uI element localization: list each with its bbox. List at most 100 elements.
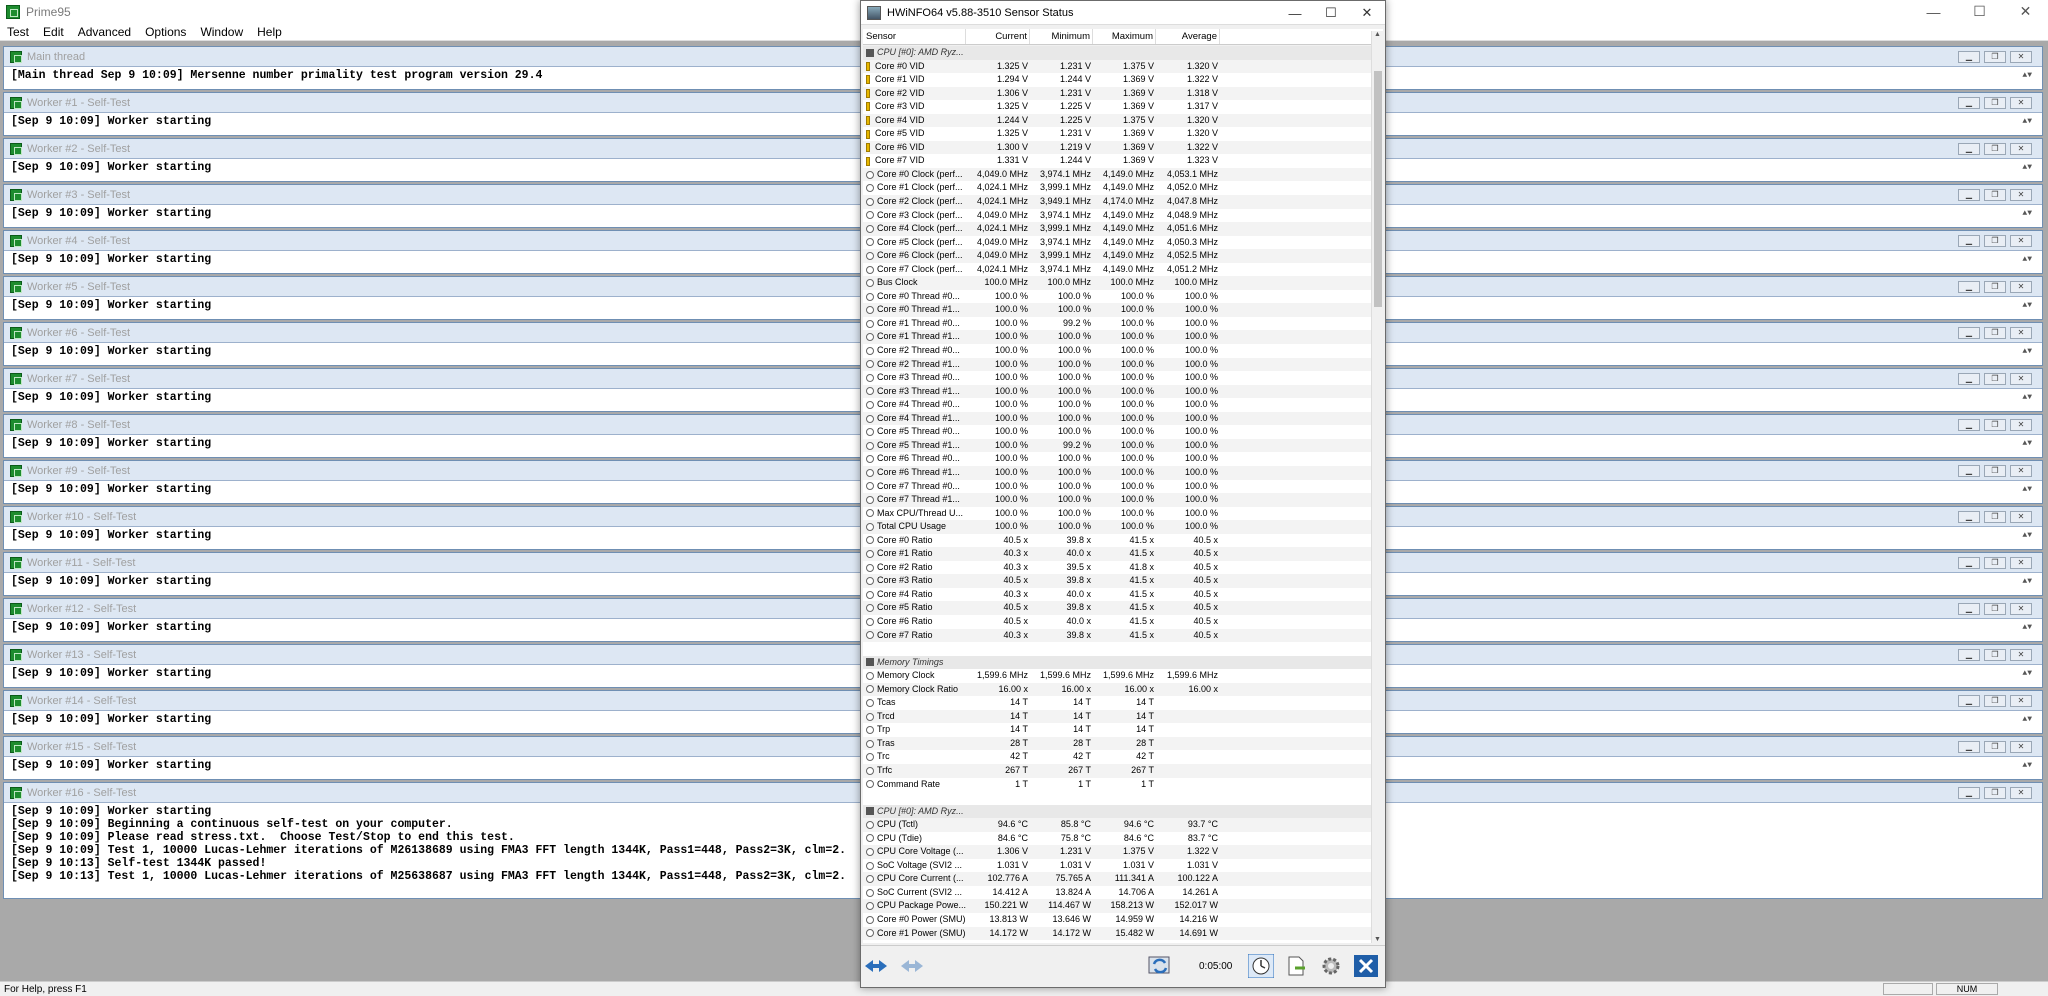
child-close-icon[interactable]: ✕ xyxy=(2010,649,2032,661)
sensor-row[interactable]: CPU (Tctl) 94.6 °C 85.8 °C 94.6 °C 93.7 °C xyxy=(863,818,1371,832)
child-restore-icon[interactable]: ❐ xyxy=(1984,557,2006,569)
sensor-row[interactable]: Core #5 Ratio 40.5 x 39.8 x 41.5 x 40.5 x xyxy=(863,601,1371,615)
child-close-icon[interactable]: ✕ xyxy=(2010,97,2032,109)
minimize-icon[interactable]: — xyxy=(1911,0,1956,23)
child-minimize-icon[interactable]: ▁ xyxy=(1958,235,1980,247)
child-minimize-icon[interactable]: ▁ xyxy=(1958,695,1980,707)
sensor-row[interactable]: Core #1 VID 1.294 V 1.244 V 1.369 V 1.322 V xyxy=(863,73,1371,87)
child-restore-icon[interactable]: ❐ xyxy=(1984,787,2006,799)
sensor-row[interactable]: Core #0 Thread #0... 100.0 % 100.0 % 100.0 … xyxy=(863,290,1371,304)
sensor-row[interactable]: Core #4 Thread #1... 100.0 % 100.0 % 100.0 … xyxy=(863,411,1371,426)
menu-edit[interactable]: Edit xyxy=(36,25,71,39)
col-current[interactable]: Current xyxy=(966,29,1030,44)
nav-prev-next-button[interactable] xyxy=(861,952,891,980)
sensor-row[interactable]: Core #7 Ratio 40.3 x 39.8 x 41.5 x 40.5 x xyxy=(863,628,1371,643)
menu-window[interactable]: Window xyxy=(193,25,250,39)
maximize-icon[interactable]: ☐ xyxy=(1957,0,2002,23)
sensor-row[interactable]: Memory Clock Ratio 16.00 x 16.00 x 16.00 x 1… xyxy=(863,682,1371,697)
sensor-row[interactable]: CPU Core Current (... 102.776 A 75.765 A 11… xyxy=(863,872,1371,886)
scroll-arrows-icon[interactable]: ▲▼ xyxy=(2022,713,2032,726)
sensor-group-row[interactable]: CPU [#0]: AMD Ryz... xyxy=(863,804,1371,819)
sensor-row[interactable]: Core #2 Clock (perf... 4,024.1 MHz 3,949.1… xyxy=(863,195,1371,209)
child-minimize-icon[interactable]: ▁ xyxy=(1958,281,1980,293)
sensor-row[interactable]: Core #5 Thread #1... 100.0 % 99.2 % 100.0 %… xyxy=(863,438,1371,453)
sensor-row[interactable]: Memory Clock 1,599.6 MHz 1,599.6 MHz 1,599.… xyxy=(863,669,1371,683)
child-minimize-icon[interactable]: ▁ xyxy=(1958,603,1980,615)
scroll-arrows-icon[interactable]: ▲▼ xyxy=(2022,667,2032,680)
child-close-icon[interactable]: ✕ xyxy=(2010,741,2032,753)
child-restore-icon[interactable]: ❐ xyxy=(1984,603,2006,615)
sensor-row[interactable]: SoC Voltage (SVI2 ... 1.031 V 1.031 V 1.031… xyxy=(863,859,1371,873)
hwinfo-maximize-icon[interactable]: ☐ xyxy=(1313,1,1349,25)
sensor-row[interactable]: Core #6 Ratio 40.5 x 40.0 x 41.5 x 40.5 x xyxy=(863,615,1371,629)
sensor-row[interactable]: Trc 42 T 42 T 42 T xyxy=(863,750,1371,764)
child-close-icon[interactable]: ✕ xyxy=(2010,373,2032,385)
scroll-arrows-icon[interactable]: ▲▼ xyxy=(2022,575,2032,588)
sensor-row[interactable]: Max CPU/Thread U... 100.0 % 100.0 % 100.0 %… xyxy=(863,507,1371,521)
sensor-row[interactable]: Core #3 Thread #0... 100.0 % 100.0 % 100.0 … xyxy=(863,371,1371,385)
child-minimize-icon[interactable]: ▁ xyxy=(1958,97,1980,109)
child-minimize-icon[interactable]: ▁ xyxy=(1958,557,1980,569)
child-restore-icon[interactable]: ❐ xyxy=(1984,235,2006,247)
scroll-arrows-icon[interactable]: ▲▼ xyxy=(2022,253,2032,266)
child-close-icon[interactable]: ✕ xyxy=(2010,143,2032,155)
sensor-row[interactable]: Core #7 Thread #0... 100.0 % 100.0 % 100.0 … xyxy=(863,480,1371,494)
child-restore-icon[interactable]: ❐ xyxy=(1984,649,2006,661)
col-sensor[interactable]: Sensor xyxy=(863,29,966,44)
child-restore-icon[interactable]: ❐ xyxy=(1984,281,2006,293)
sensor-row[interactable]: Core #5 Thread #0... 100.0 % 100.0 % 100.0 … xyxy=(863,425,1371,439)
sensor-group-row[interactable]: Memory Timings xyxy=(863,655,1371,670)
menu-help[interactable]: Help xyxy=(250,25,289,39)
settings-button[interactable] xyxy=(1316,952,1346,980)
sensor-row[interactable]: Tcas 14 T 14 T 14 T xyxy=(863,696,1371,710)
child-restore-icon[interactable]: ❐ xyxy=(1984,51,2006,63)
close-icon[interactable]: ✕ xyxy=(2003,0,2048,23)
sensor-row[interactable]: Trcd 14 T 14 T 14 T xyxy=(863,709,1371,724)
log-button[interactable] xyxy=(1281,952,1311,980)
sensor-row[interactable]: Bus Clock 100.0 MHz 100.0 MHz 100.0 MHz 100.… xyxy=(863,276,1371,290)
child-minimize-icon[interactable]: ▁ xyxy=(1958,649,1980,661)
menu-test[interactable]: Test xyxy=(0,25,36,39)
sensor-row[interactable]: Core #3 Thread #1... 100.0 % 100.0 % 100.0 … xyxy=(863,384,1371,399)
child-close-icon[interactable]: ✕ xyxy=(2010,327,2032,339)
col-maximum[interactable]: Maximum xyxy=(1093,29,1156,44)
reset-button[interactable] xyxy=(1145,952,1175,980)
scroll-arrows-icon[interactable]: ▲▼ xyxy=(2022,161,2032,174)
scroll-arrows-icon[interactable]: ▲▼ xyxy=(2022,299,2032,312)
sensor-row[interactable]: Core #3 VID 1.325 V 1.225 V 1.369 V 1.317 V xyxy=(863,100,1371,114)
sensor-row[interactable]: CPU Core Voltage (... 1.306 V 1.231 V 1.375… xyxy=(863,845,1371,859)
child-restore-icon[interactable]: ❐ xyxy=(1984,695,2006,707)
sensor-row[interactable]: Trfc 267 T 267 T 267 T xyxy=(863,763,1371,778)
sensor-row[interactable]: Core #4 Clock (perf... 4,024.1 MHz 3,999.1… xyxy=(863,222,1371,236)
sensor-row[interactable]: Core #1 Power (SMU) 14.172 W 14.172 W 15.48… xyxy=(863,926,1371,941)
sensor-row[interactable]: Total CPU Usage 100.0 % 100.0 % 100.0 % 100.… xyxy=(863,520,1371,534)
sensor-row[interactable]: Core #3 Ratio 40.5 x 39.8 x 41.5 x 40.5 x xyxy=(863,574,1371,588)
scroll-arrows-icon[interactable]: ▲▼ xyxy=(2022,759,2032,772)
child-minimize-icon[interactable]: ▁ xyxy=(1958,143,1980,155)
child-close-icon[interactable]: ✕ xyxy=(2010,465,2032,477)
sensor-row[interactable]: Tras 28 T 28 T 28 T xyxy=(863,736,1371,751)
sensor-row[interactable]: Core #6 Thread #0... 100.0 % 100.0 % 100.0 … xyxy=(863,452,1371,466)
child-restore-icon[interactable]: ❐ xyxy=(1984,511,2006,523)
child-restore-icon[interactable]: ❐ xyxy=(1984,373,2006,385)
scroll-thumb[interactable] xyxy=(1374,71,1382,307)
sensor-row[interactable]: Core #6 VID 1.300 V 1.219 V 1.369 V 1.322 V xyxy=(863,140,1371,155)
child-close-icon[interactable]: ✕ xyxy=(2010,603,2032,615)
hwinfo-minimize-icon[interactable]: — xyxy=(1277,1,1313,25)
child-close-icon[interactable]: ✕ xyxy=(2010,695,2032,707)
sensor-row[interactable]: CPU Package Powe... 150.221 W 114.467 W 158… xyxy=(863,899,1371,913)
sensor-row[interactable]: Core #4 Thread #0... 100.0 % 100.0 % 100.0 … xyxy=(863,398,1371,412)
child-restore-icon[interactable]: ❐ xyxy=(1984,741,2006,753)
scroll-arrows-icon[interactable]: ▲▼ xyxy=(2022,483,2032,496)
child-close-icon[interactable]: ✕ xyxy=(2010,235,2032,247)
sensor-row[interactable]: Trp 14 T 14 T 14 T xyxy=(863,723,1371,737)
scroll-up-icon[interactable]: ▲ xyxy=(1374,31,1381,38)
child-close-icon[interactable]: ✕ xyxy=(2010,557,2032,569)
hwinfo-close-icon[interactable]: ✕ xyxy=(1349,1,1385,25)
child-restore-icon[interactable]: ❐ xyxy=(1984,189,2006,201)
child-minimize-icon[interactable]: ▁ xyxy=(1958,511,1980,523)
sensor-row[interactable]: Core #0 Power (SMU) 13.813 W 13.646 W 14.95… xyxy=(863,913,1371,927)
scroll-arrows-icon[interactable]: ▲▼ xyxy=(2022,621,2032,634)
scroll-down-icon[interactable]: ▼ xyxy=(1374,936,1381,943)
close-sensors-button[interactable] xyxy=(1351,952,1381,980)
